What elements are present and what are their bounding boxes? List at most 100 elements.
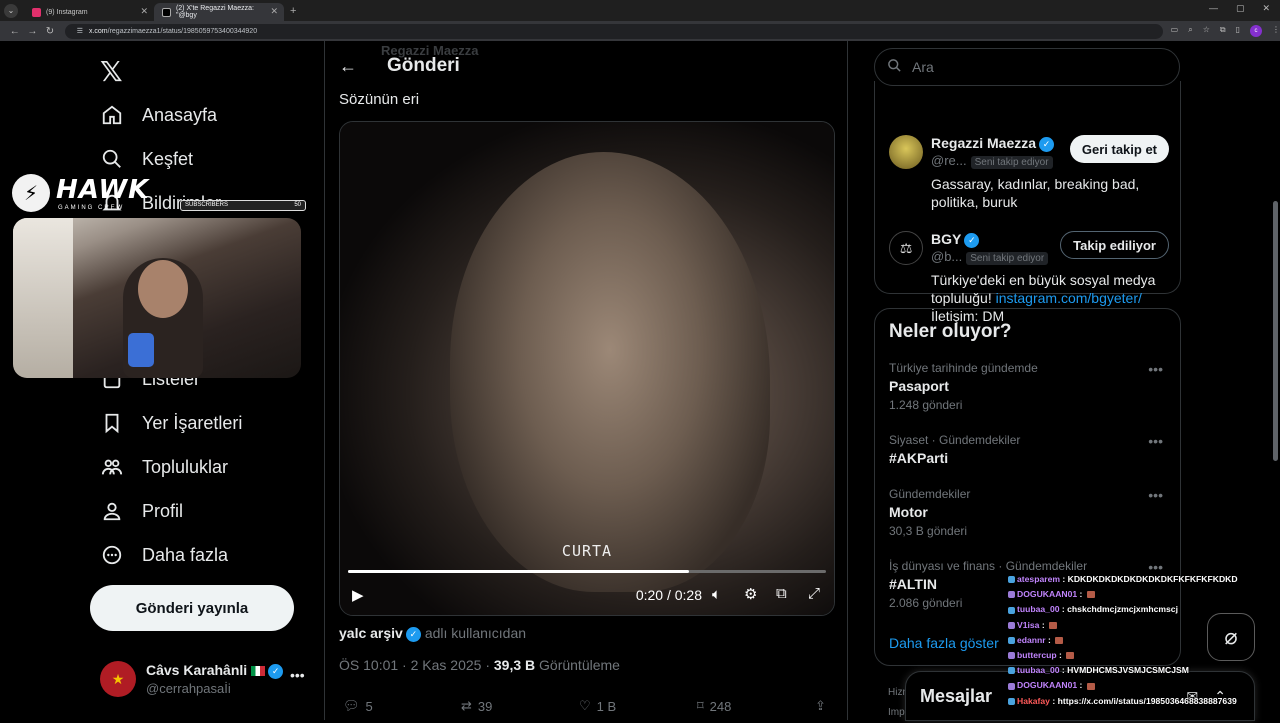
forward-icon[interactable]: → — [24, 26, 42, 37]
following-button[interactable]: Takip ediliyor — [1060, 231, 1169, 259]
chat-emote-icon — [1049, 621, 1058, 629]
tab-title: (2) X'te Regazzi Maezza: "@bgy — [175, 5, 254, 19]
chat-emote-icon — [1086, 682, 1095, 690]
reply-icon: 💬︎ — [343, 698, 360, 713]
follow-back-button[interactable]: Geri takip et — [1069, 135, 1169, 163]
search-box[interactable] — [874, 48, 1180, 86]
chat-text: HVMDHCMSJVSMJCSMCJSM — [1067, 665, 1189, 676]
nav-label: Yer İşaretleri — [142, 412, 243, 433]
tab-instagram[interactable]: (9) Instagram ✕ — [24, 3, 154, 21]
home-icon — [100, 103, 124, 127]
messages-title: Mesajlar — [920, 686, 993, 706]
repost-icon: ⇄ — [461, 698, 472, 713]
chat-text: chskchdmcjzmcjxmhcmscj — [1067, 604, 1178, 615]
post-column: Regazzi Maezza ← Gönderi Sözünün eri CUR… — [324, 41, 848, 720]
volume-icon[interactable]: 🔈︎ — [712, 586, 721, 603]
video-progress-bar[interactable] — [348, 570, 826, 573]
repost-count: 39 — [477, 698, 493, 714]
cast-icon[interactable]: ▭ — [1171, 25, 1179, 37]
zoom-icon[interactable]: ⌕ — [1188, 25, 1192, 37]
subscriber-goal-bar: SUBSCRIBERS 50 — [180, 200, 306, 211]
avatar[interactable]: ⚖ — [889, 231, 923, 265]
subscriber-count: 50 — [294, 202, 301, 208]
more-dots-icon[interactable]: ••• — [1148, 433, 1163, 449]
tab-search-icon[interactable]: ⌄ — [4, 4, 18, 18]
reload-icon[interactable]: ↻ — [41, 26, 59, 37]
like-button[interactable]: ♡ 1 B — [579, 698, 697, 714]
trend-count: 30,3 B gönderi — [889, 524, 968, 538]
webcam-phone — [128, 333, 154, 367]
nav-home[interactable]: Anasayfa — [100, 103, 217, 127]
share-button[interactable]: ⇪ — [815, 698, 826, 714]
minimize-icon[interactable]: — — [1209, 3, 1218, 14]
nav-profile[interactable]: Profil — [100, 499, 183, 523]
chat-message: tuubaa_00 : HVMDHCMSJVSMJCSMCJSM — [1008, 663, 1278, 678]
chat-badge-icon — [1008, 621, 1015, 629]
site-info-icon[interactable]: ☰ — [77, 27, 83, 35]
person-name[interactable]: BGY — [931, 231, 961, 247]
maximize-icon[interactable]: ▢ — [1236, 3, 1245, 14]
post-button[interactable]: Gönderi yayınla — [90, 585, 294, 631]
show-more-link[interactable]: Daha fazla göster — [889, 635, 999, 651]
nav-label: Anasayfa — [142, 104, 218, 125]
pip-icon[interactable]: ⧉ — [776, 585, 787, 602]
close-tab-icon[interactable]: ✕ — [140, 6, 148, 17]
more-dots-icon[interactable]: ••• — [1148, 361, 1163, 377]
chat-message: Hakafay : https://x.com/i/status/1985036… — [1008, 694, 1278, 709]
chat-username: atesparem — [1017, 574, 1060, 584]
settings-gear-icon[interactable]: ⚙ — [744, 585, 757, 603]
x-logo-icon[interactable]: 𝕏 — [100, 55, 123, 88]
close-tab-icon[interactable]: ✕ — [270, 6, 278, 17]
new-tab-icon[interactable]: + — [290, 5, 296, 17]
post-timestamp[interactable]: ÖS 10:01 · 2 Kas 2025 · — [339, 657, 490, 673]
search-input[interactable] — [912, 59, 1162, 75]
video-player[interactable]: CURTA ▶ 0:20 / 0:28 🔈︎ ⚙ ⧉ ⤢ — [339, 121, 835, 616]
back-arrow-icon[interactable]: ← — [339, 56, 369, 77]
more-dots-icon[interactable]: ••• — [290, 667, 305, 683]
nav-more[interactable]: Daha fazla — [100, 543, 228, 567]
verified-badge-icon: ✓ — [1039, 136, 1055, 152]
url-field[interactable]: ☰ x.com/regazzimaezza1/status/1985059753… — [64, 23, 1163, 39]
chat-separator: : — [1059, 604, 1068, 615]
nav-communities[interactable]: Topluluklar — [100, 455, 228, 479]
nav-bookmarks[interactable]: Yer İşaretleri — [100, 411, 242, 435]
account-switcher[interactable]: ★ Câvs Karahânli ✓ @cerrahpasaİi ••• — [100, 661, 305, 697]
back-icon[interactable]: ← — [6, 26, 24, 37]
tab-x-post[interactable]: (2) X'te Regazzi Maezza: "@bgy ✕ — [154, 3, 284, 21]
bookmark-button[interactable]: ⌑ 248 — [697, 698, 815, 714]
avatar[interactable] — [889, 135, 923, 169]
trend-name: Motor — [889, 504, 928, 520]
chat-separator: : — [1060, 574, 1068, 584]
person-bio: Gassaray, kadınlar, breaking bad, politi… — [931, 176, 1140, 210]
bio-link[interactable]: instagram.com/bgyeter/ — [996, 290, 1142, 306]
fullscreen-icon[interactable]: ⤢ — [808, 585, 820, 602]
chat-message: V1isa : — [1008, 618, 1278, 633]
menu-kebab-icon[interactable]: ⋮ — [1272, 25, 1280, 37]
attribution-name[interactable]: yalc arşiv — [339, 625, 403, 641]
profile-avatar-icon[interactable]: c — [1250, 25, 1262, 37]
webcam-face — [138, 260, 188, 318]
more-circle-icon — [100, 543, 124, 567]
repost-button[interactable]: ⇄ 39 — [461, 698, 579, 714]
trend-context: Türkiye tarihinde gündemde — [889, 361, 1038, 375]
trend-item[interactable]: Gündemdekiler Motor 30,3 B gönderi ••• — [889, 487, 1169, 538]
extensions-icon[interactable]: ⧉ — [1220, 25, 1226, 37]
nav-explore[interactable]: Keşfet — [100, 147, 193, 171]
close-window-icon[interactable]: ✕ — [1262, 3, 1270, 14]
page-scrollbar[interactable] — [1273, 201, 1278, 461]
chat-separator: : — [1045, 634, 1054, 645]
heart-icon: ♡ — [579, 698, 591, 713]
account-handle: @cerrahpasaİi — [146, 680, 231, 696]
more-dots-icon[interactable]: ••• — [1148, 487, 1163, 503]
play-icon[interactable]: ▶ — [352, 586, 364, 604]
trend-item[interactable]: Türkiye tarihinde gündemde Pasaport 1.24… — [889, 361, 1169, 412]
reply-button[interactable]: 💬︎ 5 — [343, 698, 461, 714]
chat-username: DOGUKAAN01 — [1017, 680, 1078, 691]
address-bar: ← → ↻ ☰ x.com/regazzimaezza1/status/1985… — [0, 21, 1280, 41]
star-icon[interactable]: ☆ — [1203, 25, 1210, 37]
trend-item[interactable]: Siyaset · Gündemdekiler #AKParti ••• — [889, 433, 1169, 466]
sidebar-icon[interactable]: ▯ — [1236, 25, 1240, 37]
video-controls: ▶ 0:20 / 0:28 🔈︎ ⚙ ⧉ ⤢ — [340, 584, 834, 610]
person-name[interactable]: Regazzi Maezza — [931, 135, 1036, 151]
post-actions: 💬︎ 5 ⇄ 39 ♡ 1 B ⌑ 248 ⇪ — [343, 698, 833, 714]
